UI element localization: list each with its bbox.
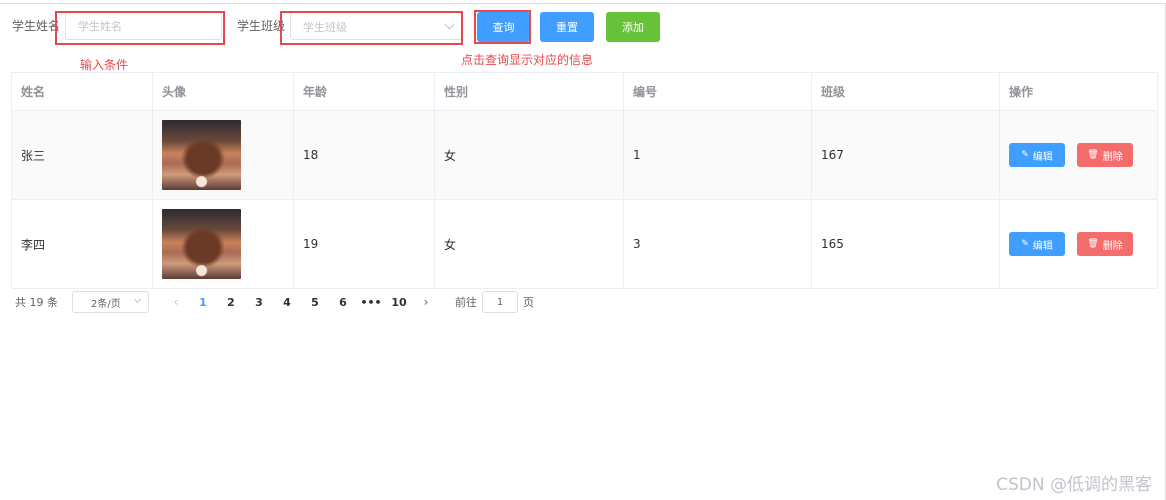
chevron-down-icon — [133, 295, 142, 304]
column-header-avatar: 头像 — [152, 72, 294, 111]
goto-prefix: 前往 — [455, 296, 477, 309]
page-button[interactable]: 4 — [273, 296, 301, 309]
student-table: 姓名 头像 年龄 性别 编号 班级 操作 张三 18 女 1 167 ✎ 编辑 … — [11, 72, 1158, 289]
column-header-gender: 性别 — [434, 72, 624, 111]
page-button[interactable]: 2 — [217, 296, 245, 309]
page-button[interactable]: 6 — [329, 296, 357, 309]
pagination: 共 19 条 2条/页 ‹ 1 2 3 4 5 6 ••• 10 › 前往 页 — [15, 291, 534, 313]
trash-icon: 🗑 — [1087, 150, 1099, 160]
cell-avatar — [152, 110, 294, 200]
annotation-box-class — [280, 11, 463, 45]
cell-name: 李四 — [11, 199, 153, 289]
edit-label: 编辑 — [1032, 151, 1053, 163]
column-header-name: 姓名 — [11, 72, 153, 111]
cell-actions: ✎ 编辑 🗑 删除 — [999, 199, 1158, 289]
column-header-age: 年龄 — [293, 72, 435, 111]
cell-actions: ✎ 编辑 🗑 删除 — [999, 110, 1158, 200]
name-label: 学生姓名 — [12, 19, 61, 33]
avatar — [162, 209, 241, 279]
table-header-row: 姓名 头像 年龄 性别 编号 班级 操作 — [11, 72, 1158, 111]
frame-top-border — [0, 3, 1166, 4]
page-button[interactable]: 10 — [385, 296, 413, 309]
annotation-query-hint: 点击查询显示对应的信息 — [461, 53, 594, 67]
table-row: 李四 19 女 3 165 ✎ 编辑 🗑 删除 — [11, 199, 1158, 289]
cell-id: 1 — [623, 110, 812, 200]
cell-gender: 女 — [434, 199, 624, 289]
edit-button[interactable]: ✎ 编辑 — [1009, 143, 1065, 167]
cell-class: 167 — [811, 110, 1000, 200]
cell-id: 3 — [623, 199, 812, 289]
cell-name: 张三 — [11, 110, 153, 200]
edit-button[interactable]: ✎ 编辑 — [1009, 232, 1065, 256]
annotation-input-hint: 输入条件 — [80, 58, 129, 72]
delete-label: 删除 — [1102, 151, 1123, 163]
column-header-actions: 操作 — [999, 72, 1158, 111]
watermark: CSDN @低调的黑客 — [996, 475, 1152, 495]
cell-age: 18 — [293, 110, 435, 200]
goto-page: 前往 页 — [455, 291, 534, 313]
cell-age: 19 — [293, 199, 435, 289]
annotation-box-name — [55, 11, 225, 45]
goto-page-input[interactable] — [482, 291, 518, 313]
cell-gender: 女 — [434, 110, 624, 200]
delete-button[interactable]: 🗑 删除 — [1077, 232, 1133, 256]
column-header-class: 班级 — [811, 72, 1000, 111]
more-pages-button[interactable]: ••• — [357, 296, 385, 309]
page-size-value: 2条/页 — [91, 298, 121, 310]
prev-page-button[interactable]: ‹ — [163, 295, 189, 309]
page-button[interactable]: 3 — [245, 296, 273, 309]
edit-icon: ✎ — [1021, 239, 1029, 249]
cell-class: 165 — [811, 199, 1000, 289]
annotation-box-query — [474, 10, 531, 44]
page-button[interactable]: 5 — [301, 296, 329, 309]
table-row: 张三 18 女 1 167 ✎ 编辑 🗑 删除 — [11, 110, 1158, 200]
page-size-select[interactable]: 2条/页 — [72, 291, 149, 313]
class-label: 学生班级 — [237, 19, 286, 33]
goto-suffix: 页 — [523, 296, 534, 309]
page-button[interactable]: 1 — [189, 296, 217, 309]
edit-icon: ✎ — [1021, 150, 1029, 160]
avatar — [162, 120, 241, 190]
edit-label: 编辑 — [1032, 240, 1053, 252]
add-button[interactable]: 添加 — [606, 12, 660, 42]
next-page-button[interactable]: › — [413, 295, 439, 309]
cell-avatar — [152, 199, 294, 289]
trash-icon: 🗑 — [1087, 239, 1099, 249]
column-header-id: 编号 — [623, 72, 812, 111]
delete-button[interactable]: 🗑 删除 — [1077, 143, 1133, 167]
delete-label: 删除 — [1102, 240, 1123, 252]
reset-button[interactable]: 重置 — [540, 12, 594, 42]
pagination-total: 共 19 条 — [15, 296, 58, 309]
